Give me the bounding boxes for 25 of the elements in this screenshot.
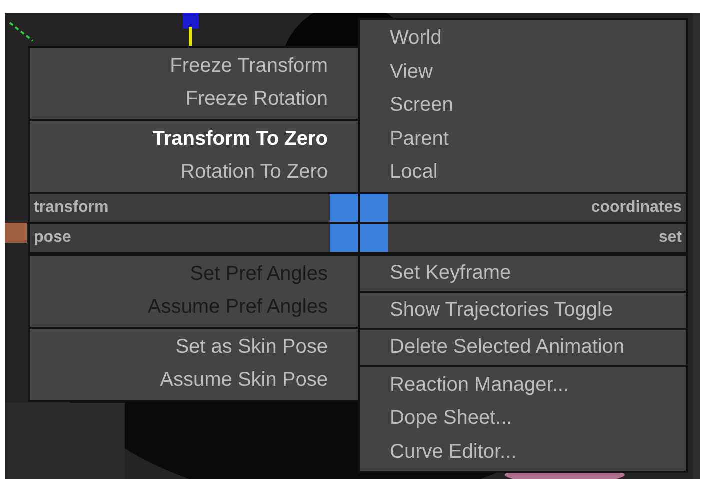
menu-item[interactable]: Transform To Zero [30,122,358,156]
menu-item[interactable]: Freeze Rotation [30,83,358,116]
quad-corner-marker [330,224,358,252]
quad-title: pose [33,228,72,248]
quad-corner-marker [360,224,388,252]
menu-item[interactable]: Rotation To Zero [30,156,358,190]
menu-item[interactable]: View [360,56,686,89]
quad-corner-marker [330,194,358,222]
menu-item[interactable]: Dope Sheet... [360,402,686,436]
menu-item[interactable]: Local [360,156,686,190]
quad-corner-marker [360,194,388,222]
menu-item[interactable]: World [360,22,686,56]
menu-item[interactable]: Freeze Transform [30,50,358,83]
quad-title: coordinates [590,198,683,218]
menu-item[interactable]: Show Trajectories Toggle [360,294,686,326]
menu-item[interactable]: Delete Selected Animation [360,332,686,362]
menu-item[interactable]: Set as Skin Pose [30,330,358,364]
menu-item[interactable]: Assume Skin Pose [30,364,358,398]
menu-item[interactable]: Screen [360,89,686,122]
menu-item[interactable]: Reaction Manager... [360,368,686,402]
menu-item[interactable]: Curve Editor... [360,436,686,469]
menu-item[interactable]: Set Keyframe [360,258,686,288]
menu-item[interactable]: Parent [360,122,686,156]
quad-title: transform [33,198,110,218]
quad-title: set [658,228,683,248]
